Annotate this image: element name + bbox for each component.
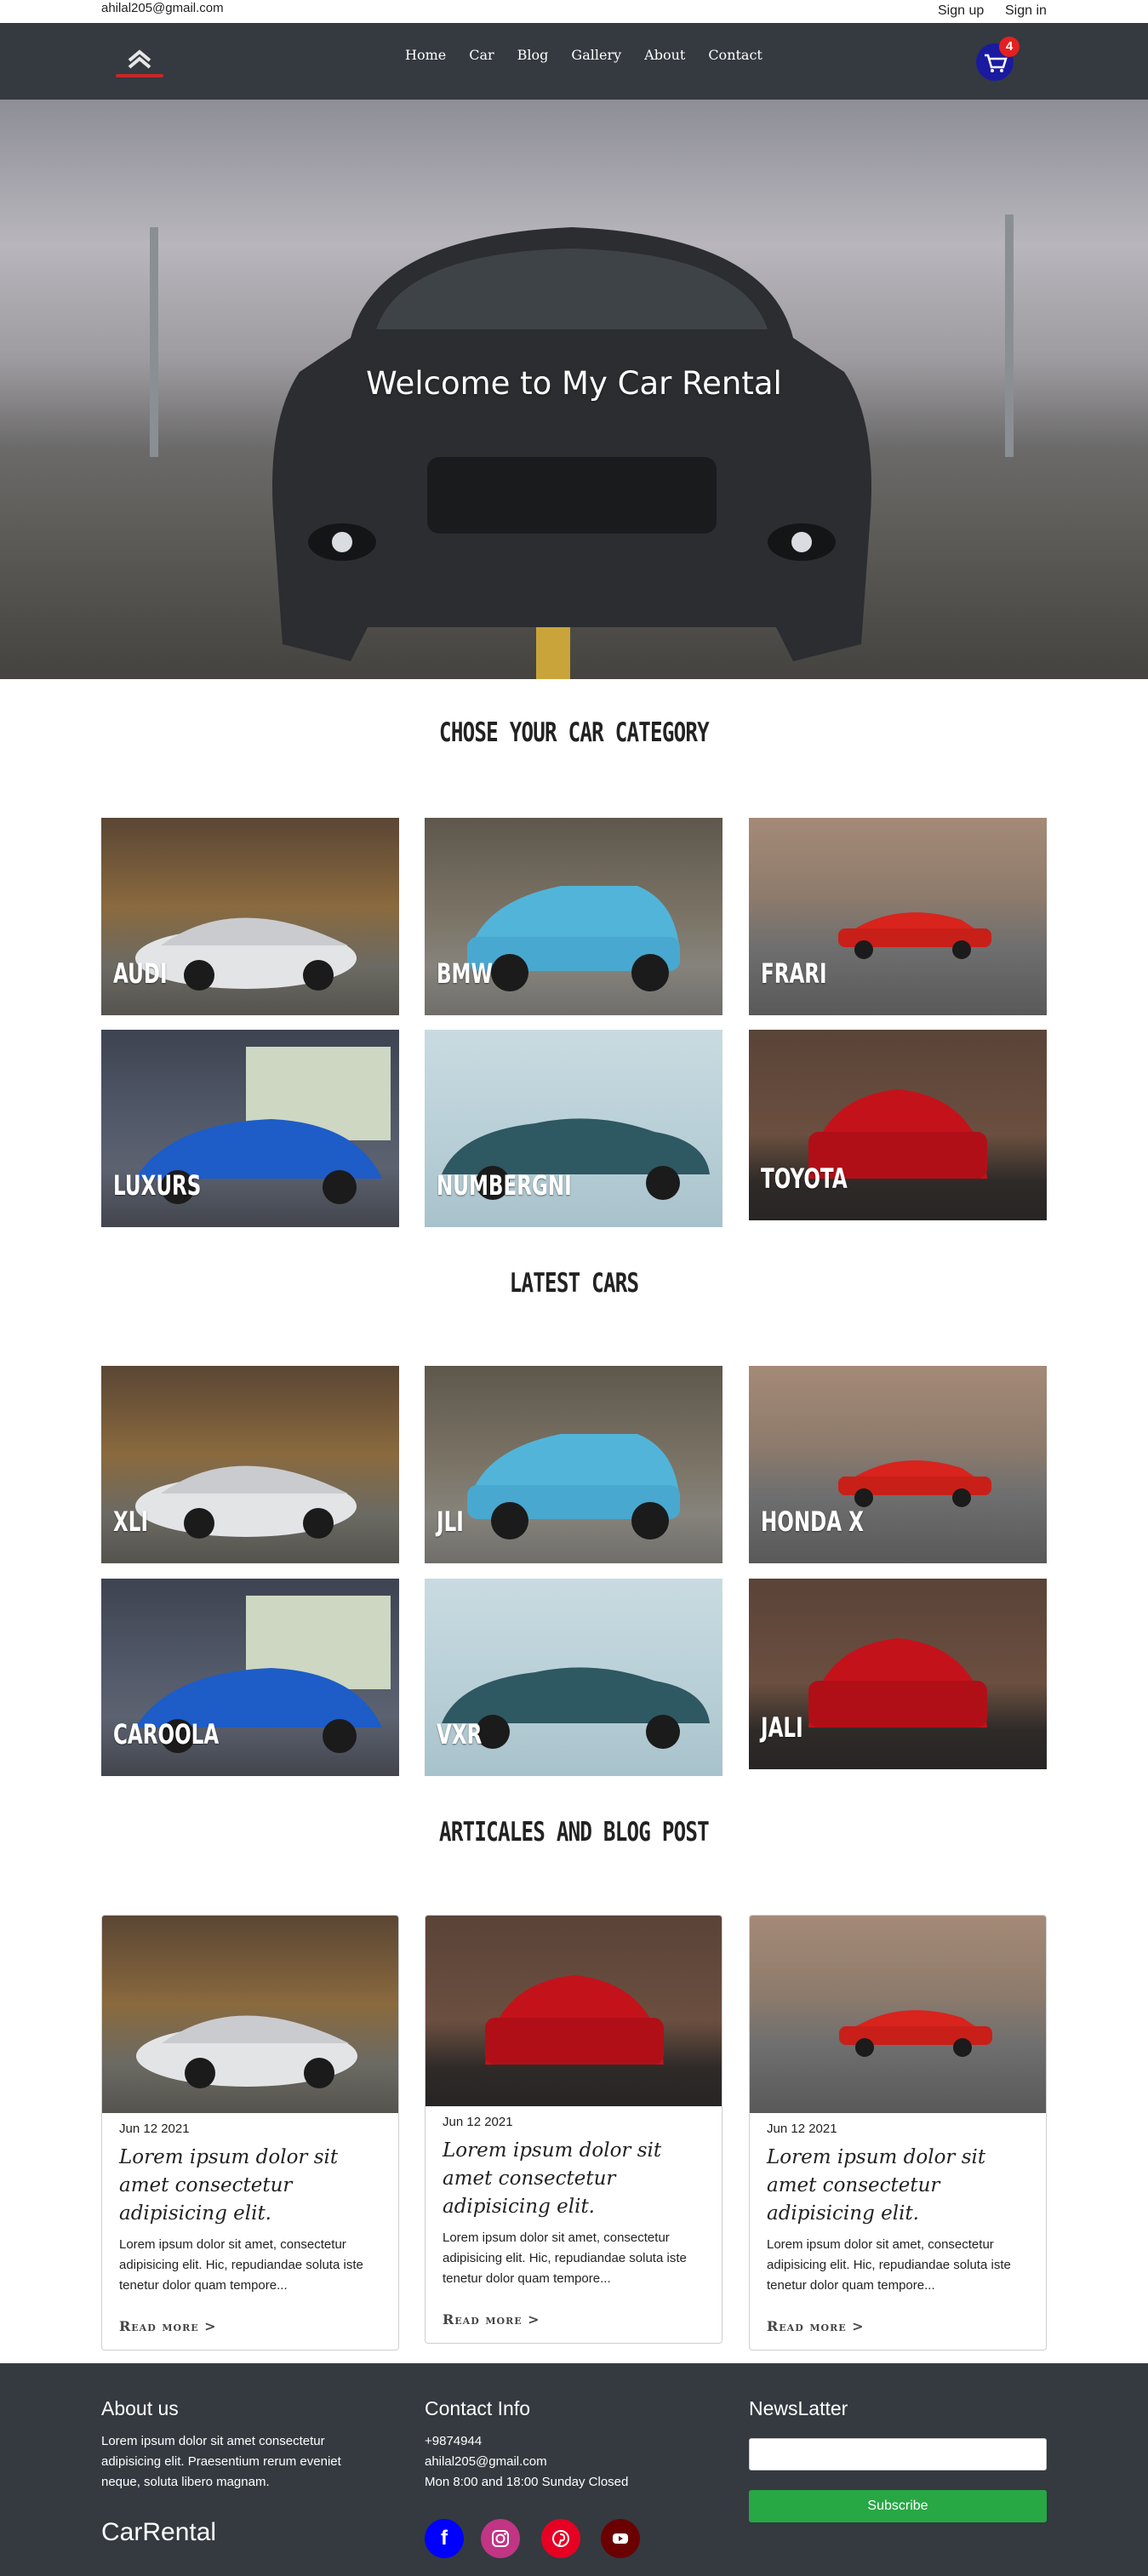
latest-card-honda-x[interactable]: HONDA X [749, 1366, 1047, 1563]
blog-image [750, 1916, 1046, 2113]
category-card-toyota[interactable]: TOYOTA [749, 1030, 1047, 1220]
footer-about-text: Lorem ipsum dolor sit amet consectetur a… [101, 2434, 341, 2489]
nav-gallery[interactable]: Gallery [571, 47, 621, 63]
nav-contact[interactable]: Contact [708, 47, 762, 63]
read-more-link[interactable]: Read more > [443, 2311, 705, 2328]
category-label: AUDI [113, 957, 168, 990]
subscribe-button[interactable]: Subscribe [749, 2490, 1047, 2522]
nav-blog[interactable]: Blog [517, 47, 549, 63]
car-logo-icon[interactable] [109, 42, 170, 84]
latest-card-vxr[interactable]: VXR [425, 1579, 722, 1776]
footer-hours: Mon 8:00 and 18:00 Sunday Closed [425, 2475, 629, 2489]
latest-card-jali[interactable]: JALI [749, 1579, 1047, 1769]
latest-title: LATEST CARS [509, 1268, 639, 1299]
blog-heading: Lorem ipsum dolor sit amet consectetur a… [767, 2146, 986, 2225]
latest-label: XLI [113, 1505, 149, 1538]
blog-title: ARTICALES AND BLOG POST [439, 1817, 710, 1848]
hero-lamp-post-left [150, 227, 158, 457]
footer-phone: +9874944 [425, 2434, 483, 2448]
category-label: FRARI [761, 957, 827, 990]
hero-title: Welcome to My Car Rental [366, 365, 782, 402]
blog-heading: Lorem ipsum dolor sit amet consectetur a… [119, 2146, 339, 2225]
youtube-icon[interactable] [601, 2519, 640, 2558]
hero-car-image [272, 227, 871, 661]
footer-about-title: About us [101, 2397, 179, 2419]
blog-excerpt: Lorem ipsum dolor sit amet, consectetur … [443, 2230, 687, 2286]
blog-date: Jun 12 2021 [443, 2115, 513, 2129]
nav-home[interactable]: Home [405, 47, 446, 63]
blog-date: Jun 12 2021 [119, 2122, 190, 2136]
main-nav: Home Car Blog Gallery About Contact [405, 47, 785, 63]
facebook-icon[interactable]: f [425, 2519, 464, 2558]
footer-email: ahilal205@gmail.com [425, 2454, 547, 2469]
cart-button[interactable]: 4 [976, 35, 1024, 83]
footer-news-title: NewsLatter [749, 2397, 848, 2419]
category-label: TOYOTA [761, 1162, 848, 1195]
top-bar: ahilal205@gmail.com Sign up Sign in [0, 0, 1148, 23]
latest-label: CAROOLA [113, 1718, 220, 1751]
categories-title: CHOSE YOUR CAR CATEGORY [439, 717, 710, 748]
top-email: ahilal205@gmail.com [101, 1, 224, 15]
blog-date: Jun 12 2021 [767, 2122, 837, 2136]
latest-label: JALI [761, 1711, 803, 1744]
latest-label: JLI [437, 1505, 464, 1538]
category-card-luxurs[interactable]: LUXURS [101, 1030, 399, 1227]
navbar: Home Car Blog Gallery About Contact 4 [0, 23, 1148, 100]
blog-card[interactable]: Jun 12 2021 Lorem ipsum dolor sit amet c… [749, 1915, 1047, 2350]
footer-contact-title: Contact Info [425, 2397, 531, 2419]
instagram-icon[interactable] [481, 2519, 520, 2558]
latest-card-jli[interactable]: JLI [425, 1366, 722, 1563]
cart-count-badge: 4 [999, 37, 1019, 57]
blog-card[interactable]: Jun 12 2021 Lorem ipsum dolor sit amet c… [425, 1915, 722, 2344]
latest-card-xli[interactable]: XLI [101, 1366, 399, 1563]
category-card-bmw[interactable]: BMW [425, 818, 722, 1015]
latest-label: HONDA X [761, 1505, 864, 1538]
newsletter-email-input[interactable] [749, 2438, 1047, 2470]
hero-banner: Welcome to My Car Rental [0, 100, 1148, 679]
latest-card-caroola[interactable]: CAROOLA [101, 1579, 399, 1776]
category-label: NUMBERGNI [437, 1169, 572, 1202]
category-card-audi[interactable]: AUDI [101, 818, 399, 1015]
signup-link[interactable]: Sign up [938, 3, 984, 19]
category-card-numbergni[interactable]: NUMBERGNI [425, 1030, 722, 1227]
signin-link[interactable]: Sign in [1005, 3, 1047, 19]
nav-car[interactable]: Car [469, 47, 494, 63]
blog-excerpt: Lorem ipsum dolor sit amet, consectetur … [767, 2237, 1011, 2293]
blog-excerpt: Lorem ipsum dolor sit amet, consectetur … [119, 2237, 363, 2293]
footer: About us Lorem ipsum dolor sit amet cons… [0, 2363, 1148, 2576]
blog-image [102, 1916, 398, 2113]
read-more-link[interactable]: Read more > [119, 2318, 381, 2334]
latest-label: VXR [437, 1718, 483, 1751]
read-more-link[interactable]: Read more > [767, 2318, 1029, 2334]
pinterest-icon[interactable] [541, 2519, 580, 2558]
blog-heading: Lorem ipsum dolor sit amet consectetur a… [443, 2139, 662, 2218]
category-label: BMW [437, 957, 493, 990]
category-label: LUXURS [113, 1169, 202, 1202]
category-card-frari[interactable]: FRARI [749, 818, 1047, 1015]
blog-card[interactable]: Jun 12 2021 Lorem ipsum dolor sit amet c… [101, 1915, 399, 2350]
blog-image [426, 1916, 722, 2106]
nav-about[interactable]: About [644, 47, 685, 63]
hero-lamp-post-right [1005, 214, 1014, 457]
footer-brand: CarRental [101, 2518, 217, 2546]
